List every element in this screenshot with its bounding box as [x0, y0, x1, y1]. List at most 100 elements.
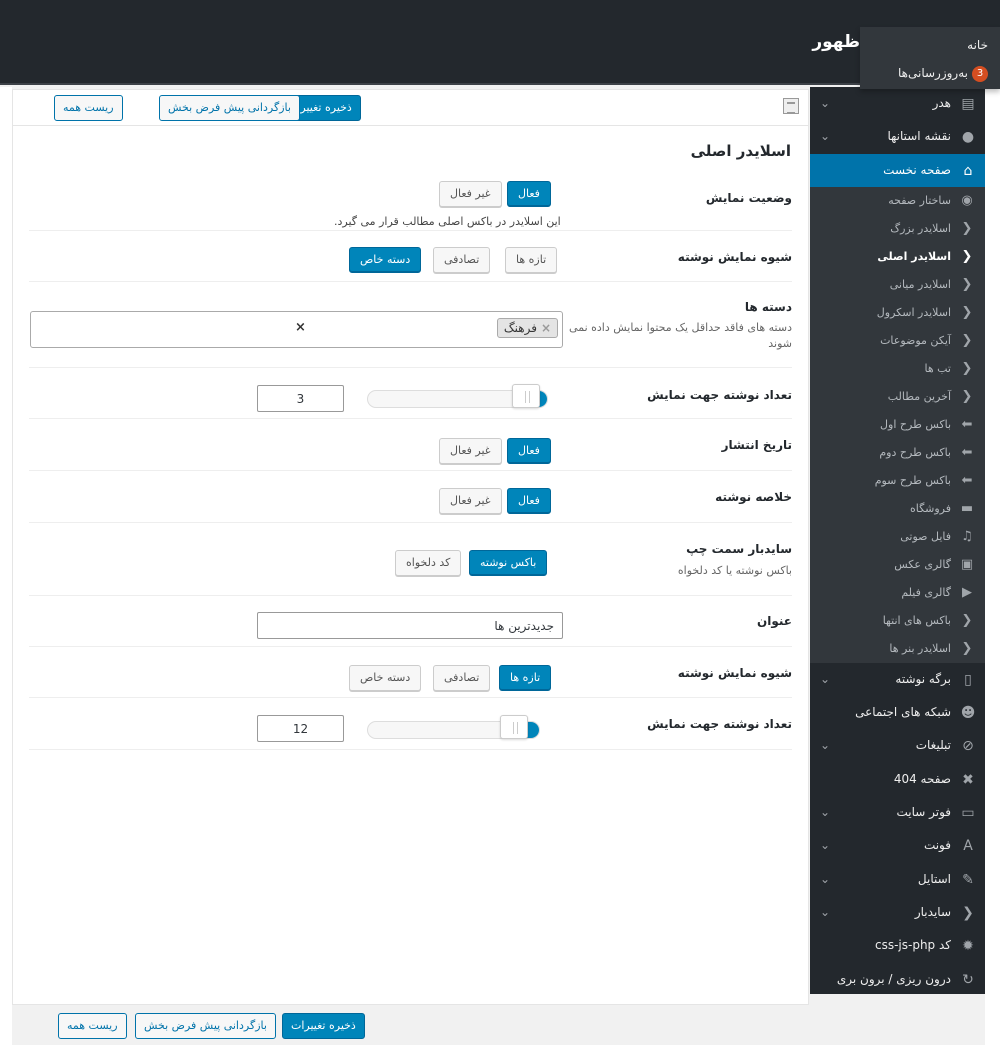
sidebar-bottom-item-1[interactable]: ☻ شبکه های اجتماعی: [810, 696, 985, 729]
post-count-input[interactable]: [257, 385, 344, 412]
post-count-slider-handle[interactable]: [512, 384, 541, 408]
sidebar-subitem-2[interactable]: ❮ اسلایدر اصلی: [810, 243, 985, 271]
sidebar-bottom-item-6[interactable]: ✎ استایل ⌄: [810, 863, 985, 896]
row-post-count-2: تعداد نوشته جهت نمایش: [29, 698, 792, 750]
mode-random-button[interactable]: تصادفی: [433, 247, 491, 273]
excerpt-off-button[interactable]: غیر فعال: [439, 488, 502, 514]
mode2-latest-button[interactable]: تازه ها: [499, 665, 552, 691]
excerpt-on-button[interactable]: فعال: [507, 488, 551, 514]
bottom-reset-all-button[interactable]: ریست همه: [58, 1013, 127, 1039]
bottom-save-button[interactable]: ذخیره تغییرات: [282, 1013, 365, 1039]
clear-selection-icon[interactable]: ×: [295, 320, 306, 335]
paperclip-icon: ⊘: [962, 738, 974, 755]
heading-input[interactable]: [257, 612, 563, 639]
publish-date-on-button[interactable]: فعال: [507, 438, 551, 464]
categories-select[interactable]: × فرهنگ ×: [30, 311, 563, 348]
mode-latest-button[interactable]: تازه ها: [505, 247, 558, 273]
chevron-down-icon[interactable]: ⌄: [820, 905, 830, 919]
sidebar-item-label: هدر: [932, 96, 951, 110]
sidebar-item-label: اسلایدر اسکرول: [876, 305, 951, 319]
sidebar-subitem-11[interactable]: ▬ فروشگاه: [810, 495, 985, 523]
row-post-count: تعداد نوشته جهت نمایش: [29, 368, 792, 419]
sidebar-subitem-4[interactable]: ❮ اسلایدر اسکرول: [810, 299, 985, 327]
chevron-down-icon[interactable]: ⌄: [820, 838, 830, 852]
sidebar-item-2[interactable]: ⌂ صفحه نخست: [810, 153, 985, 187]
sidebar-subitem-6[interactable]: ❮ تب ها: [810, 355, 985, 383]
mode2-random-button[interactable]: تصادفی: [433, 665, 491, 691]
sidebar-item-label: تب ها: [924, 361, 951, 375]
sidebar-item-label: باکس طرح سوم: [874, 473, 951, 487]
sidebar-item-label: اسلایدر بنر ها: [889, 641, 951, 655]
sidebar-subitem-16[interactable]: ❮ اسلایدر بنر ها: [810, 635, 985, 663]
sidebar-bottom-item-5[interactable]: A فونت ⌄: [810, 829, 985, 862]
site-title[interactable]: ظهور: [812, 32, 860, 52]
display-status-on-button[interactable]: فعال: [507, 181, 551, 207]
sidebar-subitem-10[interactable]: ⬅ باکس طرح سوم: [810, 467, 985, 495]
chevron-down-icon[interactable]: ⌄: [820, 805, 830, 819]
chevron-left-icon: ❮: [961, 248, 973, 264]
sidebar-bottom-item-2[interactable]: ⊘ تبلیغات ⌄: [810, 729, 985, 762]
sidebar-item-label: اسلایدر اصلی: [877, 249, 951, 263]
mode2-category-button[interactable]: دسته خاص: [349, 665, 422, 691]
left-sidebar-post-box-button[interactable]: باکس نوشته: [469, 550, 548, 576]
chevron-down-icon[interactable]: ⌄: [820, 129, 830, 143]
home-icon: ⌂: [963, 162, 973, 179]
restore-section-defaults-button[interactable]: بازگردانی پیش فرض بخش: [159, 95, 300, 121]
options-panel: ذخیره تغییرات بازگردانی پیش فرض بخش ریست…: [12, 89, 809, 1005]
sidebar-subitem-1[interactable]: ❮ اسلایدر بزرگ: [810, 215, 985, 243]
left-sidebar-custom-code-button[interactable]: کد دلخواه: [395, 550, 462, 576]
category-tag-label: فرهنگ: [503, 321, 537, 335]
current-item-pointer: [975, 250, 983, 266]
post-count-2-slider-handle[interactable]: [500, 715, 529, 739]
section-title: اسلایدر اصلی: [690, 142, 791, 160]
sidebar-subitem-3[interactable]: ❮ اسلایدر میانی: [810, 271, 985, 299]
sidebar-subitem-8[interactable]: ⬅ باکس طرح اول: [810, 411, 985, 439]
row-left-sidebar: سایدبار سمت چپ باکس نوشته یا کد دلخواه ب…: [29, 523, 792, 596]
publish-date-off-button[interactable]: غیر فعال: [439, 438, 502, 464]
chevron-left-icon: ❮: [961, 276, 973, 292]
map-pin-icon: ●: [961, 129, 975, 146]
chevron-down-icon[interactable]: ⌄: [820, 872, 830, 886]
row-display-status: وضعیت نمایش فعال غیر فعال این اسلایدر در…: [29, 175, 792, 231]
chevron-left-icon: ❮: [962, 904, 974, 921]
reset-all-button[interactable]: ریست همه: [54, 95, 123, 121]
dropdown-home-label: خانه: [967, 38, 988, 52]
sidebar-subitem-12[interactable]: ♫ فایل صوتی: [810, 523, 985, 551]
publish-date-label: تاریخ انتشار: [721, 438, 792, 452]
post-count-2-label: تعداد نوشته جهت نمایش: [647, 717, 792, 731]
sidebar-item-0[interactable]: ▤ هدر ⌄: [810, 87, 985, 120]
page-icon: ▯: [964, 671, 972, 688]
sidebar-bottom-item-8[interactable]: ✹ کد css-js-php: [810, 929, 985, 962]
sidebar-subitem-7[interactable]: ❮ آخرین مطالب: [810, 383, 985, 411]
tag-remove-icon[interactable]: ×: [541, 321, 551, 335]
sidebar-bottom-item-7[interactable]: ❮ سایدبار ⌄: [810, 896, 985, 929]
chevron-left-icon: ❮: [961, 360, 973, 376]
sidebar-subitem-15[interactable]: ❮ باکس های انتها: [810, 607, 985, 635]
chevron-down-icon[interactable]: ⌄: [820, 96, 830, 110]
sidebar-bottom-item-3[interactable]: ✖ صفحه 404: [810, 763, 985, 796]
dropdown-home[interactable]: خانه: [860, 31, 1000, 59]
sidebar-subitem-14[interactable]: ▶ گالری فیلم: [810, 579, 985, 607]
dropdown-updates[interactable]: 3 به‌روزرسانی‌ها: [860, 59, 1000, 87]
bottom-restore-section-defaults-button[interactable]: بازگردانی پیش فرض بخش: [135, 1013, 276, 1039]
sidebar-item-1[interactable]: ● نقشه استانها ⌄: [810, 120, 985, 153]
sidebar-item-label: آیکن موضوعات: [880, 333, 951, 347]
sidebar-subitem-0[interactable]: ◉ ساختار صفحه: [810, 187, 985, 215]
sidebar-bottom-item-9[interactable]: ↻ درون ریزی / برون بری: [810, 963, 985, 996]
arrow-left-icon: ⬅: [961, 472, 973, 488]
row-heading: عنوان: [29, 596, 792, 647]
sidebar-subitem-13[interactable]: ▣ گالری عکس: [810, 551, 985, 579]
sidebar-item-label: آخرین مطالب: [887, 389, 951, 403]
chevron-down-icon[interactable]: ⌄: [820, 672, 830, 686]
sidebar-bottom-item-4[interactable]: ▭ فوتر سایت ⌄: [810, 796, 985, 829]
mode-category-button[interactable]: دسته خاص: [349, 247, 422, 273]
chevron-down-icon[interactable]: ⌄: [820, 738, 830, 752]
sidebar-subitem-5[interactable]: ❮ آیکن موضوعات: [810, 327, 985, 355]
post-count-2-input[interactable]: [257, 715, 344, 742]
left-gutter: [0, 87, 12, 1045]
sidebar-subitem-9[interactable]: ⬅ باکس طرح دوم: [810, 439, 985, 467]
sidebar-bottom-item-0[interactable]: ▯ برگه نوشته ⌄: [810, 663, 985, 696]
sidebar-item-label: شبکه های اجتماعی: [855, 705, 951, 720]
layout-toggle-icon[interactable]: [783, 98, 799, 114]
display-status-off-button[interactable]: غیر فعال: [439, 181, 502, 207]
